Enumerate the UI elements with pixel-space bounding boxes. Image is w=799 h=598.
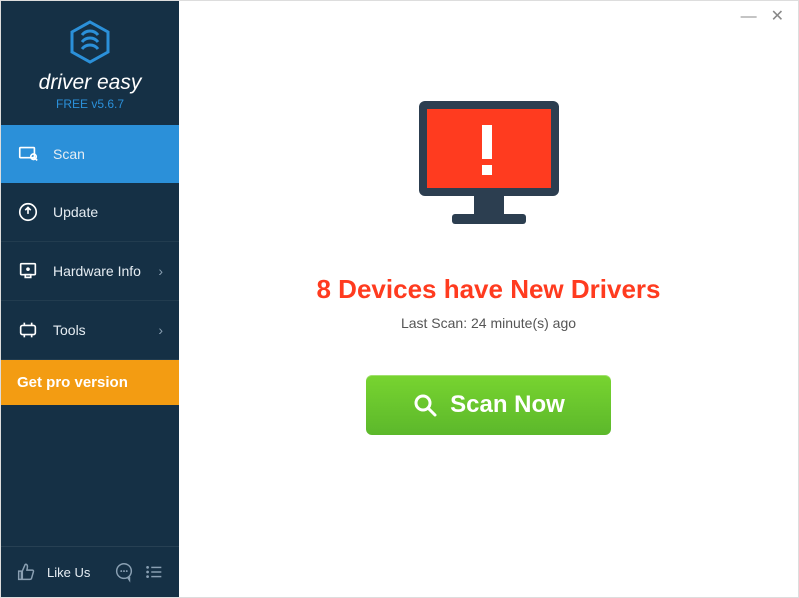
hardware-icon xyxy=(17,260,39,282)
chevron-right-icon: › xyxy=(158,263,163,279)
sidebar-item-label: Scan xyxy=(53,146,85,162)
alert-monitor-icon xyxy=(404,91,574,246)
minimize-button[interactable]: — xyxy=(741,9,757,25)
main-panel: 8 Devices have New Drivers Last Scan: 24… xyxy=(179,1,798,597)
sidebar-item-scan[interactable]: Scan xyxy=(1,125,179,183)
tools-icon xyxy=(17,319,39,341)
update-icon xyxy=(17,201,39,223)
sidebar-item-label: Hardware Info xyxy=(53,263,141,279)
logo-block: driver easy FREE v5.6.7 xyxy=(1,1,179,125)
like-us-label[interactable]: Like Us xyxy=(47,565,105,580)
brand-name: driver easy xyxy=(11,71,169,95)
menu-icon[interactable] xyxy=(143,561,165,583)
sidebar-item-tools[interactable]: Tools › xyxy=(1,301,179,360)
feedback-icon[interactable] xyxy=(113,561,135,583)
scan-icon xyxy=(17,143,39,165)
pro-button-label: Get pro version xyxy=(17,374,128,391)
nav: Scan Update Hardware Info › Tools › Get … xyxy=(1,125,179,546)
chevron-right-icon: › xyxy=(158,322,163,338)
scan-now-button[interactable]: Scan Now xyxy=(366,375,611,435)
app-logo-icon xyxy=(67,19,113,65)
sidebar-item-hardware-info[interactable]: Hardware Info › xyxy=(1,242,179,301)
sidebar-item-update[interactable]: Update xyxy=(1,183,179,242)
bottom-bar: Like Us xyxy=(1,546,179,597)
search-icon xyxy=(412,392,438,418)
status-headline: 8 Devices have New Drivers xyxy=(179,274,798,305)
window-controls: — ✕ xyxy=(727,1,798,33)
last-scan-text: Last Scan: 24 minute(s) ago xyxy=(179,315,798,331)
thumbs-up-icon[interactable] xyxy=(15,561,37,583)
close-button[interactable]: ✕ xyxy=(771,9,784,25)
sidebar-item-label: Update xyxy=(53,204,98,220)
sidebar-item-label: Tools xyxy=(53,322,86,338)
scan-button-label: Scan Now xyxy=(450,391,565,419)
app-version: FREE v5.6.7 xyxy=(11,97,169,111)
sidebar: driver easy FREE v5.6.7 Scan Update Hard… xyxy=(1,1,179,597)
get-pro-button[interactable]: Get pro version xyxy=(1,360,179,405)
